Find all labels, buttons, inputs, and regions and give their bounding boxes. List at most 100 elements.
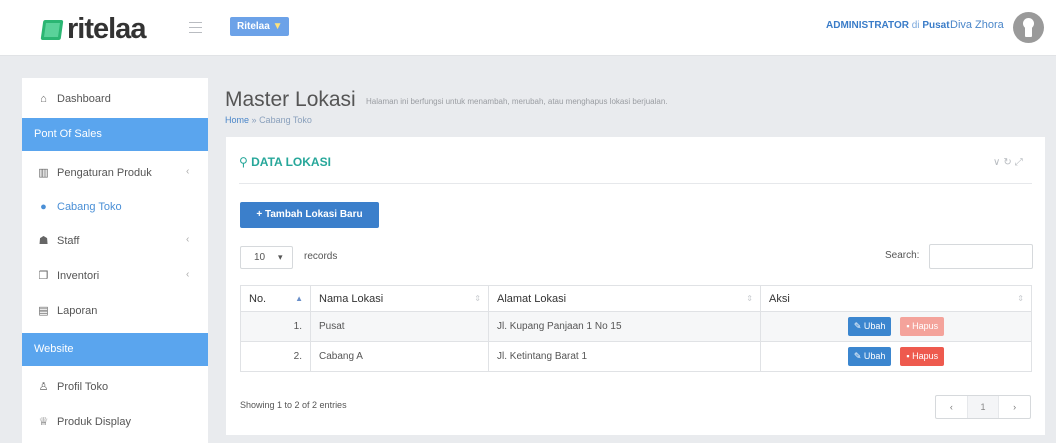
cell-nama: Cabang A [310,341,489,372]
trophy-icon: ♕ [38,416,49,428]
sort-icon: ⇕ [1017,294,1024,303]
column-header-no[interactable]: No. ▲ [240,285,311,312]
cell-aksi: ✎ Ubah ▪ Hapus [760,341,1032,372]
data-lokasi-panel: ⚲ DATA LOKASI ∨↻⤢ + Tambah Lokasi Baru 1… [226,137,1045,435]
cell-nama: Pusat [310,311,489,342]
pin-icon: ▼ [272,21,283,32]
panel-title-text: DATA LOKASI [251,155,331,169]
records-label: records [304,251,338,262]
sidebar-item-pengaturan-produk[interactable]: ▥ Pengaturan Produk ‹ [22,154,208,191]
cell-no: 1. [240,311,311,342]
cell-alamat: Jl. Kupang Panjaan 1 No 15 [488,311,761,342]
sidebar-item-produk-display[interactable]: ♕ Produk Display [22,403,208,440]
document-icon: ▤ [38,305,49,317]
search-input[interactable] [929,244,1033,269]
edit-label: Ubah [863,321,886,331]
column-label: Aksi [769,292,790,305]
pagination: ‹ 1 › [935,395,1031,419]
brand-button[interactable]: Ritelaa ▼ [230,17,290,36]
collapse-icon[interactable]: ∨ [993,157,1003,168]
chevron-left-icon: ‹ [186,166,190,177]
admin-at: di [911,20,920,31]
table-row: 2. Cabang A Jl. Ketintang Barat 1 ✎ Ubah… [240,341,1032,372]
sidebar-item-label: Dashboard [57,92,111,105]
admin-role: ADMINISTRATOR [826,20,909,31]
app-logo[interactable]: ritelaa [40,12,146,45]
home-icon: ⌂ [40,92,47,105]
sidebar-item-label: Staff [57,234,80,247]
edit-button[interactable]: ✎ Ubah [847,347,892,366]
page-subtitle: Halaman ini berfungsi untuk menambah, me… [366,97,668,106]
search-label: Search: [885,250,920,261]
user-icon: ♙ [38,381,49,393]
edit-button[interactable]: ✎ Ubah [847,317,892,336]
table-header-row: No. ▲ Nama Lokasi ⇕ Alamat Lokasi ⇕ Aksi… [240,285,1032,312]
top-navbar: ritelaa Ritelaa ▼ ADMINISTRATOR di Pusat… [0,0,1056,56]
sidebar-item-dashboard[interactable]: ⌂ Dashboard [22,80,208,117]
pencil-icon: ✎ [853,351,862,361]
sidebar-item-label: Pengaturan Produk [57,166,152,179]
pagination-prev[interactable]: ‹ [936,396,968,418]
delete-button[interactable]: ▪ Hapus [900,317,945,336]
column-label: Alamat Lokasi [497,292,567,305]
refresh-icon[interactable]: ↻ [1003,157,1014,168]
records-value: 10 [254,252,266,263]
sidebar-item-laporan[interactable]: ▤ Laporan [22,292,208,329]
sort-icon: ⇕ [746,294,753,303]
map-marker-icon: ⚲ [239,155,248,169]
page-title: Master Lokasi [225,88,356,111]
locations-table: No. ▲ Nama Lokasi ⇕ Alamat Lokasi ⇕ Aksi… [240,285,1032,372]
sidebar: ⌂ Dashboard Pont Of Sales ▥ Pengaturan P… [22,78,208,443]
records-per-page-select[interactable]: 10 ▾ [240,246,293,269]
table-row: 1. Pusat Jl. Kupang Panjaan 1 No 15 ✎ Ub… [240,311,1032,342]
sidebar-item-label: Profil Toko [57,380,109,393]
panel-title: ⚲ DATA LOKASI [239,155,331,169]
logo-text: ritelaa [67,13,146,45]
delete-label: Hapus [912,351,939,361]
sidebar-item-profil-toko[interactable]: ♙ Profil Toko [22,368,208,405]
map-marker-icon: ● [40,200,47,213]
delete-button[interactable]: ▪ Hapus [900,347,945,366]
pagination-next[interactable]: › [999,396,1030,418]
admin-info: ADMINISTRATOR di Pusat [826,20,950,31]
avatar[interactable] [1013,12,1044,43]
breadcrumb-home[interactable]: Home [225,115,249,125]
logo-mark-icon [40,20,66,44]
trash-icon: ▪ [906,321,910,331]
sidebar-section-website: Website [22,333,208,366]
menu-toggle-icon[interactable] [189,22,202,33]
user-name[interactable]: Diva Zhora [950,19,1004,31]
sidebar-item-staff[interactable]: ☗ Staff ‹ [22,222,208,259]
add-location-button[interactable]: + Tambah Lokasi Baru [240,202,379,228]
copy-icon: ❐ [38,270,49,282]
cell-aksi: ✎ Ubah ▪ Hapus [760,311,1032,342]
chevron-left-icon: ‹ [186,269,190,280]
column-label: Nama Lokasi [319,292,384,305]
sidebar-item-cabang-toko[interactable]: ● Cabang Toko [22,188,208,225]
brand-label: Ritelaa [237,21,270,32]
breadcrumb-current: Cabang Toko [259,115,312,125]
users-icon: ☗ [38,235,49,247]
trash-icon: ▪ [906,351,910,361]
sort-icon: ⇕ [474,294,481,303]
sidebar-item-label: Inventori [57,269,100,282]
delete-label: Hapus [912,321,939,331]
add-location-label: Tambah Lokasi Baru [265,209,363,220]
pencil-icon: ✎ [853,321,862,331]
sidebar-item-label: Produk Display [57,415,131,428]
sidebar-item-label: Cabang Toko [57,200,122,213]
column-header-aksi[interactable]: Aksi ⇕ [760,285,1032,312]
sidebar-item-inventori[interactable]: ❐ Inventori ‹ [22,257,208,294]
column-header-alamat[interactable]: Alamat Lokasi ⇕ [488,285,761,312]
cell-alamat: Jl. Ketintang Barat 1 [488,341,761,372]
breadcrumb-separator: » [251,115,257,125]
divider [239,183,1032,184]
chevron-left-icon: ‹ [186,234,190,245]
dropdown-icon: ▾ [278,252,283,262]
column-header-nama[interactable]: Nama Lokasi ⇕ [310,285,489,312]
expand-icon[interactable]: ⤢ [1015,157,1026,168]
cell-no: 2. [240,341,311,372]
sidebar-item-label: Laporan [57,304,98,317]
pagination-page[interactable]: 1 [967,396,1000,418]
edit-label: Ubah [863,351,886,361]
